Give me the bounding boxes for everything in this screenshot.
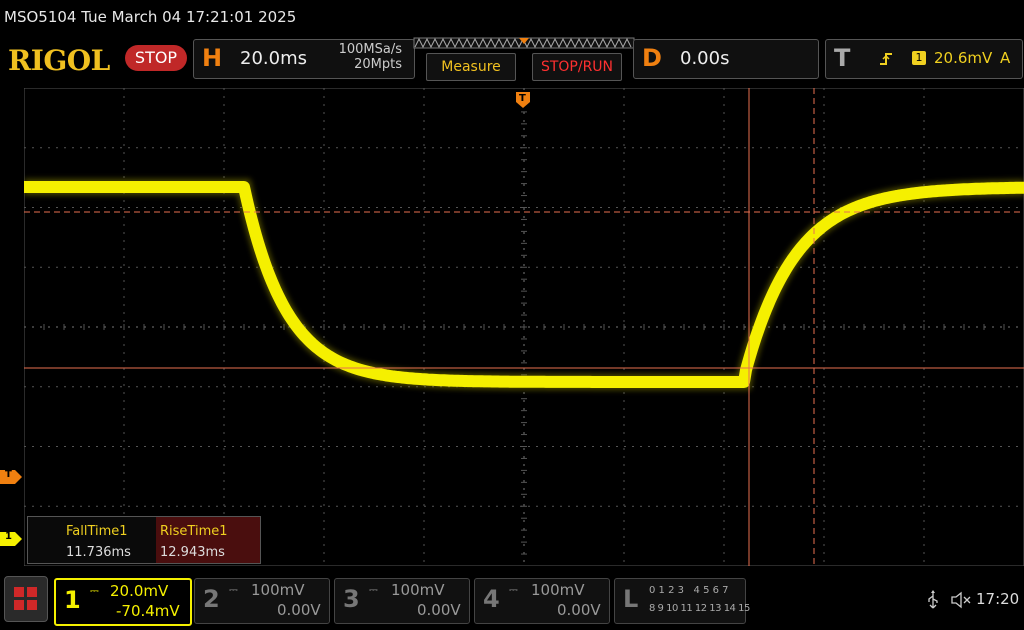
- channel4-offset: 0.00V: [557, 601, 601, 619]
- dc-coupling-icon: ⎓: [229, 583, 238, 596]
- waveform-display[interactable]: [24, 88, 1024, 566]
- clock: 17:20: [976, 590, 1020, 608]
- trigger-panel[interactable]: T 1 20.6mV A: [825, 39, 1023, 79]
- trigger-position-marker[interactable]: T: [516, 92, 530, 108]
- channel1-number: 1: [64, 586, 81, 614]
- horizontal-panel[interactable]: H 20.0ms 100MSa/s 20Mpts: [193, 39, 415, 79]
- delay-value: 0.00s: [680, 48, 730, 69]
- channel3-offset: 0.00V: [417, 601, 461, 619]
- logic-channels-box[interactable]: L 0 1 2 3 4 5 6 7 8 9 10 11 12 13 14 15: [614, 578, 750, 624]
- channel2-scale: 100mV: [251, 581, 305, 599]
- channel1-box[interactable]: 1 ⎓ 20.0mV -70.4mV: [54, 578, 192, 626]
- channel1-offset-marker[interactable]: 1: [0, 531, 22, 546]
- channel4-box[interactable]: 4 ⎓ 100mV 0.00V: [474, 578, 610, 624]
- channel3-number: 3: [343, 585, 360, 613]
- logic-bits-row2: 8 9 10 11 12 13 14 15: [649, 603, 750, 614]
- run-state-badge[interactable]: STOP: [125, 45, 187, 71]
- trigger-edge-icon: [880, 53, 892, 65]
- waveform-position-bar[interactable]: [413, 37, 635, 51]
- horizontal-letter: H: [202, 44, 223, 72]
- channel3-box[interactable]: 3 ⎓ 100mV 0.00V: [334, 578, 470, 624]
- timebase-value: 20.0ms: [240, 48, 307, 69]
- menu-grid-icon: [14, 587, 37, 610]
- usb-icon: [928, 590, 938, 609]
- rise-time-value: 12.943ms: [160, 545, 225, 560]
- rise-time-label: RiseTime1: [160, 524, 228, 539]
- logic-letter: L: [623, 585, 639, 613]
- fall-time-value: 11.736ms: [66, 545, 131, 560]
- trigger-mode: A: [1000, 49, 1011, 67]
- trigger-source-badge: 1: [912, 51, 926, 65]
- graticule: [24, 88, 1024, 566]
- sample-rate: 100MSa/s: [338, 42, 402, 57]
- dc-coupling-icon: ⎓: [509, 583, 518, 596]
- memory-depth: 20Mpts: [354, 57, 402, 72]
- speaker-muted-icon[interactable]: [950, 590, 972, 610]
- delay-letter: D: [642, 44, 662, 72]
- channel2-offset: 0.00V: [277, 601, 321, 619]
- rigol-logo: RIGOL: [8, 44, 110, 77]
- dc-coupling-icon: ⎓: [90, 584, 99, 597]
- logic-bits-row1: 0 1 2 3 4 5 6 7: [649, 585, 729, 596]
- fall-time-label: FallTime1: [66, 524, 128, 539]
- measurement-panel[interactable]: FallTime1 11.736ms RiseTime1 12.943ms: [27, 516, 261, 564]
- trigger-level-marker[interactable]: T: [0, 469, 22, 484]
- trigger-letter: T: [834, 44, 851, 72]
- window-title: MSO5104 Tue March 04 17:21:01 2025: [4, 8, 297, 26]
- channel3-scale: 100mV: [391, 581, 445, 599]
- main-menu-button[interactable]: [4, 576, 48, 622]
- channel1-scale: 20.0mV: [110, 582, 169, 600]
- stop-run-button[interactable]: STOP/RUN: [532, 53, 622, 81]
- channel2-box[interactable]: 2 ⎓ 100mV 0.00V: [194, 578, 330, 624]
- channel4-scale: 100mV: [531, 581, 585, 599]
- dc-coupling-icon: ⎓: [369, 583, 378, 596]
- trigger-level: 20.6mV: [934, 49, 993, 67]
- channel4-number: 4: [483, 585, 500, 613]
- channel1-offset: -70.4mV: [116, 602, 180, 620]
- measure-button[interactable]: Measure: [426, 53, 516, 81]
- channel2-number: 2: [203, 585, 220, 613]
- delay-panel[interactable]: D 0.00s: [633, 39, 819, 79]
